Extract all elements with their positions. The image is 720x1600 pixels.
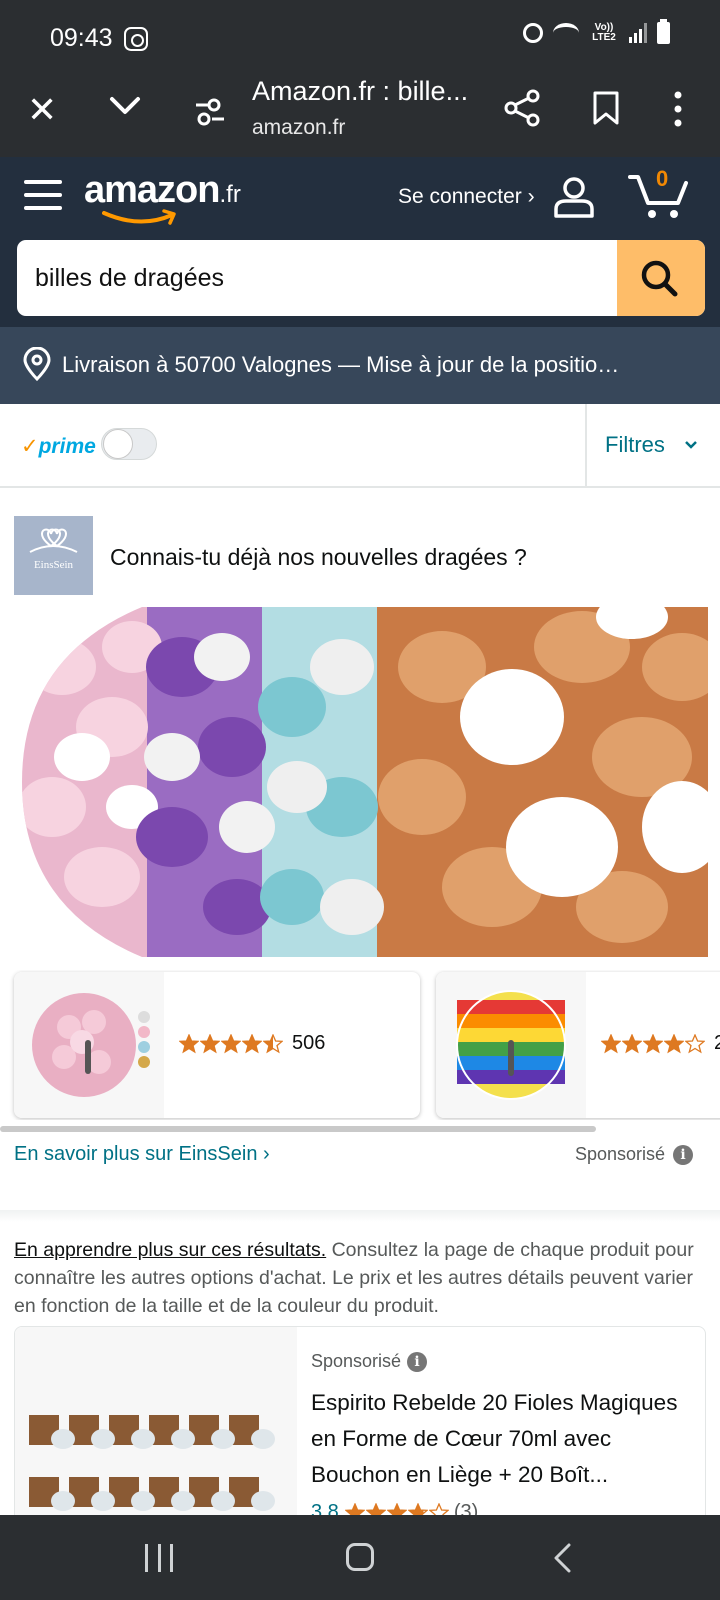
recent-apps-button[interactable] — [145, 1544, 173, 1572]
system-navigation-bar — [0, 1515, 720, 1600]
prime-check-icon: ✓ — [21, 435, 39, 458]
status-bar: 09:43 Vo)) LTE2 — [0, 0, 720, 70]
star-full-icon — [179, 1033, 199, 1053]
product-thumbnail[interactable] — [436, 972, 586, 1118]
info-icon[interactable]: i — [407, 1351, 428, 1372]
star-half-icon — [263, 1033, 283, 1053]
sign-in-link[interactable]: Se connecter › — [398, 185, 535, 209]
search-button[interactable] — [617, 240, 705, 316]
product-rating[interactable]: 506 — [179, 1032, 325, 1055]
product-title[interactable]: Espirito Rebelde 20 Fioles Magiques en F… — [311, 1385, 696, 1493]
amazon-logo[interactable]: amazon.fr — [84, 169, 241, 225]
prime-toggle[interactable] — [101, 428, 157, 460]
more-options-icon[interactable] — [672, 90, 684, 128]
user-icon[interactable] — [552, 175, 596, 219]
filters-button[interactable]: Filtres — [605, 432, 665, 458]
sponsored-text: Sponsorisé — [574, 1144, 665, 1164]
prime-logo: ✓prime — [21, 434, 96, 459]
brand-hero-image[interactable] — [22, 607, 708, 967]
amazon-header: amazon.fr Se connecter › 0 — [0, 157, 720, 327]
sponsored-label[interactable]: Sponsorisé i — [311, 1351, 428, 1372]
star-full-icon — [200, 1033, 220, 1053]
sponsored-label[interactable]: Sponsorisé i — [575, 1144, 693, 1165]
star-full-icon — [221, 1033, 241, 1053]
location-pin-icon — [23, 347, 51, 381]
back-button[interactable] — [551, 1543, 575, 1573]
star-full-icon — [601, 1033, 621, 1053]
star-full-icon — [664, 1033, 684, 1053]
share-icon[interactable] — [502, 88, 542, 128]
status-time: 09:43 — [50, 24, 113, 52]
brand-store-link[interactable]: En savoir plus sur EinsSein › — [14, 1143, 270, 1166]
search-icon — [641, 260, 678, 297]
chevron-down-icon[interactable] — [108, 88, 142, 122]
status-icons: Vo)) LTE2 — [523, 19, 670, 44]
brand-headline[interactable]: Connais-tu déjà nos nouvelles dragées ? — [110, 544, 527, 571]
product-thumbnail[interactable] — [14, 972, 164, 1118]
alarm-icon — [523, 23, 543, 43]
logo-tld: .fr — [219, 181, 241, 208]
page-url[interactable]: amazon.fr — [252, 116, 345, 140]
home-button[interactable] — [346, 1543, 374, 1571]
bookmark-icon[interactable] — [592, 90, 620, 126]
star-full-icon — [622, 1033, 642, 1053]
cart-count[interactable]: 0 — [656, 166, 668, 192]
page-title[interactable]: Amazon.fr : bille... — [252, 76, 468, 107]
brand-product-card[interactable]: 2 — [436, 972, 720, 1118]
chevron-down-icon[interactable] — [685, 440, 697, 450]
star-rating — [179, 1033, 284, 1054]
star-full-icon — [643, 1033, 663, 1053]
star-rating — [601, 1033, 706, 1054]
battery-icon — [657, 19, 670, 44]
logo-text: amazon — [84, 169, 220, 211]
brand-logo-text: EinsSein — [33, 559, 74, 571]
brand-logo-hearts-icon — [29, 528, 78, 553]
delivery-location-text: Livraison à 50700 Valognes — Mise à jour… — [62, 352, 620, 377]
site-settings-icon[interactable] — [194, 96, 226, 128]
brand-product-carousel[interactable]: 506 2 — [0, 970, 720, 1120]
instagram-notification-icon — [124, 27, 148, 51]
info-icon[interactable]: i — [673, 1144, 693, 1165]
delivery-location-bar[interactable]: Livraison à 50700 Valognes — Mise à jour… — [0, 327, 720, 404]
brand-logo[interactable]: EinsSein — [14, 516, 93, 595]
results-disclaimer: En apprendre plus sur ces résultats. Con… — [14, 1236, 709, 1320]
rating-count: 506 — [292, 1032, 326, 1054]
star-empty-icon — [685, 1033, 705, 1053]
screen: 09:43 Vo)) LTE2 ✕ Amazon.fr : bille... a… — [0, 0, 720, 1600]
close-tab-button[interactable]: ✕ — [27, 92, 57, 128]
filter-bar: ✓prime Filtres — [0, 404, 720, 488]
logo-smile-icon — [102, 209, 176, 225]
carousel-scrollbar[interactable] — [0, 1126, 596, 1132]
signal-icon — [629, 23, 647, 43]
browser-toolbar: ✕ Amazon.fr : bille... amazon.fr — [0, 70, 720, 157]
product-rating[interactable]: 2 — [601, 1032, 720, 1055]
network-type-label: Vo)) LTE2 — [592, 22, 616, 43]
search-bar — [17, 240, 705, 316]
sponsored-text: Sponsorisé — [311, 1351, 402, 1371]
search-input[interactable] — [35, 240, 615, 316]
brand-product-card[interactable]: 506 — [14, 972, 420, 1118]
prime-label: prime — [38, 435, 96, 458]
rating-count: 2 — [714, 1032, 720, 1054]
divider — [585, 404, 587, 486]
star-full-icon — [242, 1033, 262, 1053]
learn-more-link[interactable]: En apprendre plus sur ces résultats. — [14, 1239, 326, 1261]
menu-icon[interactable] — [24, 180, 62, 210]
wifi-icon — [553, 23, 579, 43]
section-separator — [0, 1210, 720, 1222]
prime-toggle-knob — [103, 429, 133, 459]
